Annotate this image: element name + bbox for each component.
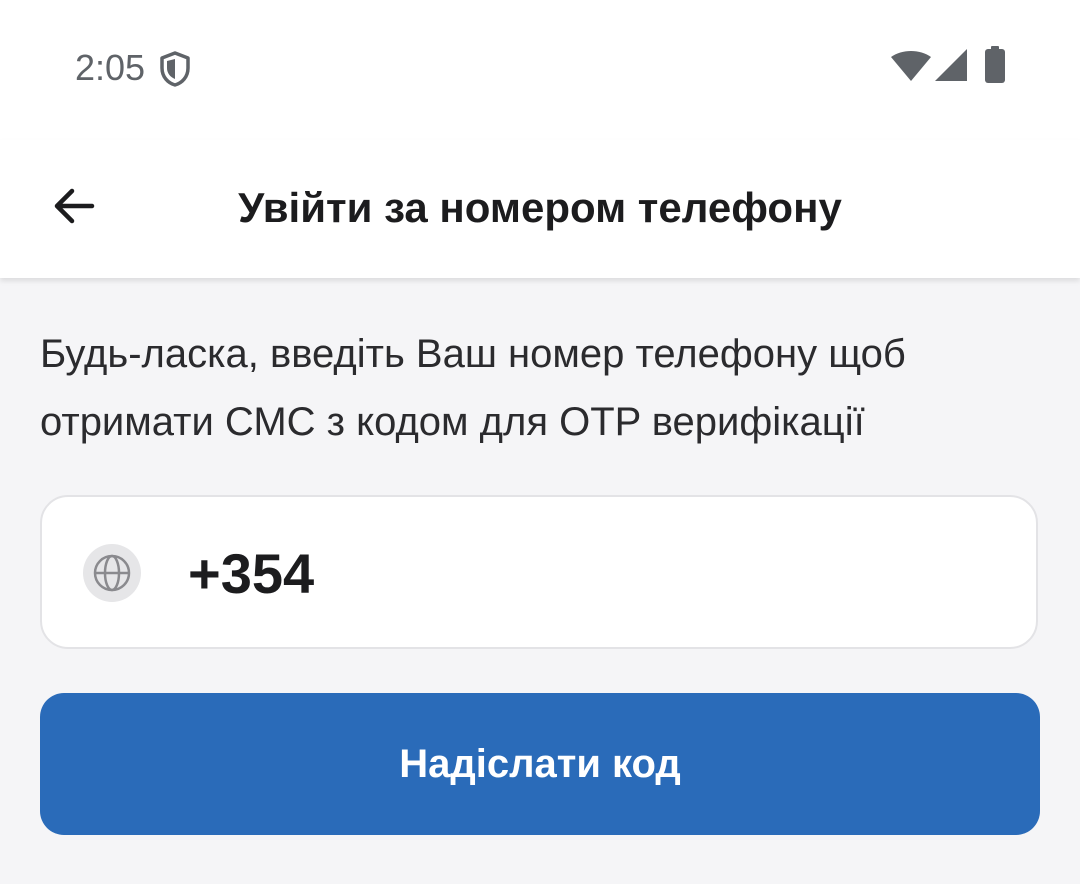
- signal-icon: [935, 49, 967, 81]
- send-code-button[interactable]: Надіслати код: [40, 693, 1040, 835]
- wifi-icon: [891, 51, 931, 81]
- phone-field[interactable]: [40, 495, 1038, 649]
- status-bar: 2:05: [0, 0, 1080, 140]
- app-bar: Увійти за номером телефону: [0, 140, 1080, 278]
- page-title: Увійти за номером телефону: [238, 184, 842, 231]
- shield-icon: [160, 51, 190, 87]
- phone-input[interactable]: [188, 535, 988, 611]
- globe-icon[interactable]: [82, 543, 142, 603]
- status-time: 2:05: [75, 47, 146, 88]
- battery-icon: [985, 46, 1005, 83]
- instruction-text: Будь-ласка, введіть Ваш номер телефону щ…: [40, 332, 906, 444]
